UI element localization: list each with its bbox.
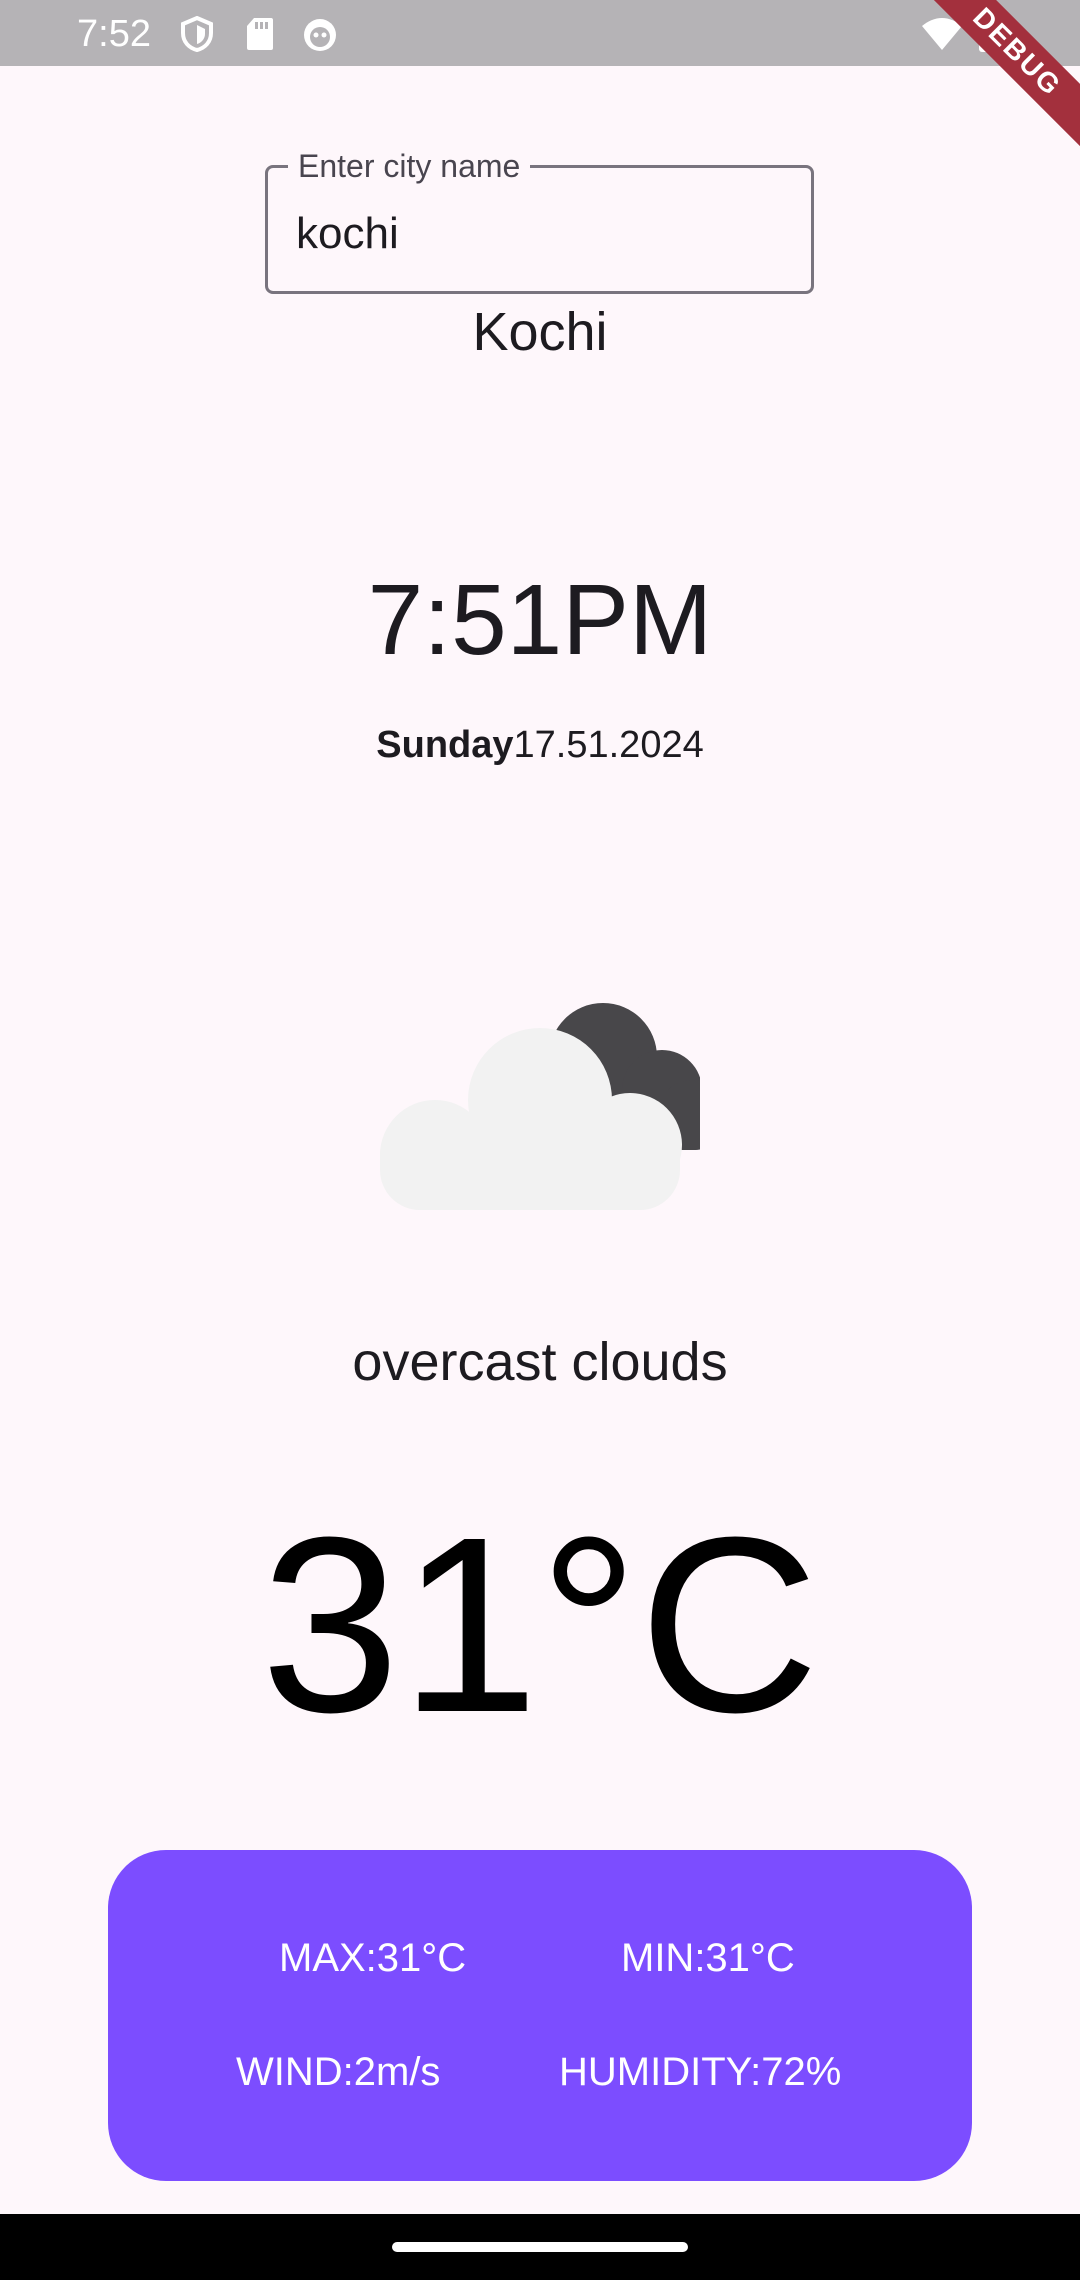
home-gesture-handle[interactable]: [392, 2242, 688, 2252]
shield-icon: [181, 16, 213, 52]
status-bar: 7:52 DEBUG: [0, 0, 1080, 156]
day-of-week: Sunday: [376, 724, 514, 766]
android-debug-icon: [304, 19, 336, 51]
humidity: HUMIDITY:72%: [559, 2050, 842, 2094]
weather-condition: overcast clouds: [352, 1332, 728, 1392]
overcast-clouds-icon: [380, 1003, 700, 1210]
city-name-field[interactable]: Enter city name kochi: [265, 146, 814, 294]
date-line: Sunday17.51.2024: [0, 722, 1080, 768]
city-field-value[interactable]: kochi: [296, 208, 399, 260]
weather-screen: 7:52 DEBUG Enter city name kochi Kochi 7…: [0, 0, 1080, 2280]
wind-speed: WIND:2m/s: [236, 2050, 441, 2094]
status-time: 7:52: [77, 13, 151, 55]
city-field-label: Enter city name: [288, 146, 531, 186]
min-temperature: MIN:31°C: [621, 1936, 795, 1980]
max-temperature: MAX:31°C: [279, 1936, 467, 1980]
city-title: Kochi: [472, 302, 608, 362]
navigation-bar: [0, 2214, 1080, 2280]
weather-stats-card: MAX:31°C MIN:31°C WIND:2m/s HUMIDITY:72%: [108, 1850, 972, 2181]
sd-card-icon: [247, 18, 273, 50]
date-value: 17.51.2024: [513, 724, 704, 766]
local-time: 7:51PM: [367, 564, 713, 676]
current-temperature: 31°C: [260, 1485, 820, 1764]
